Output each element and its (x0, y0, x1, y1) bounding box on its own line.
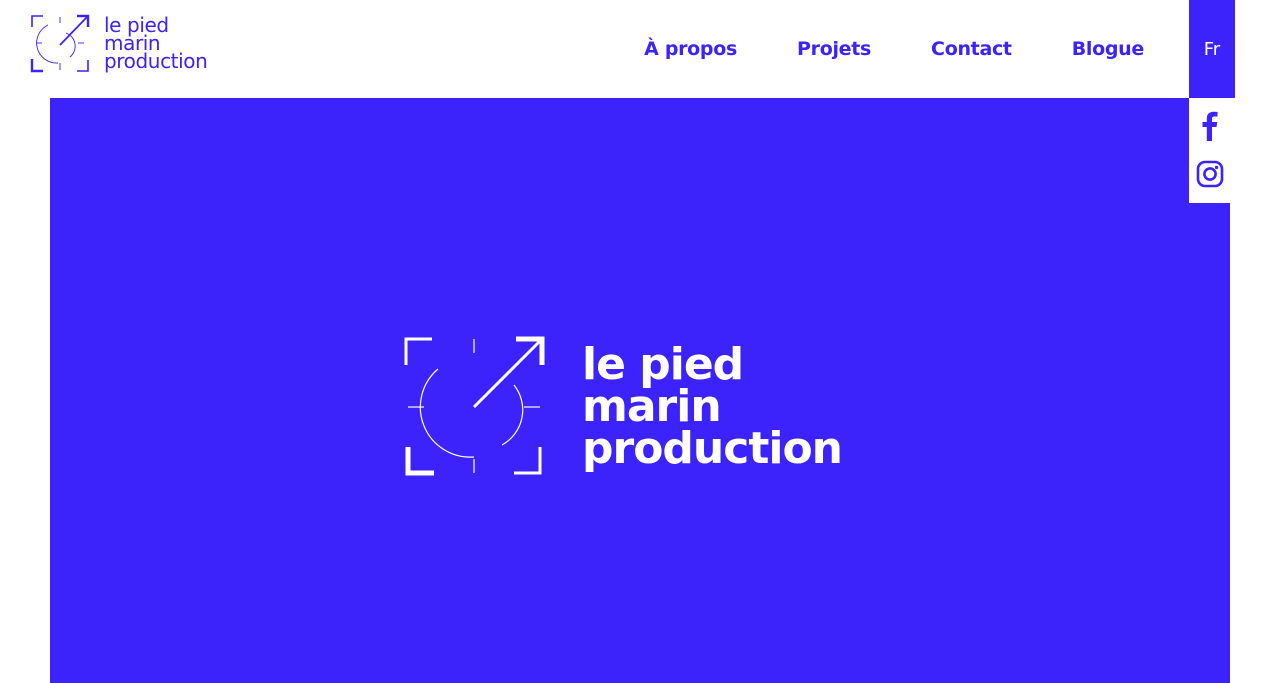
nav-item-contact[interactable]: Contact (931, 0, 1012, 98)
page: le pied marin production À propos Projet… (0, 0, 1283, 683)
logo-line-3: production (104, 49, 208, 73)
nav-item-blogue[interactable]: Blogue (1072, 0, 1145, 98)
hero-logo-line-3: production (582, 423, 843, 474)
site-logo[interactable]: le pied marin production (30, 13, 230, 73)
instagram-icon[interactable] (1195, 158, 1225, 192)
hero-banner: le pied marin production (50, 98, 1230, 683)
hero-wordmark: le pied marin production (582, 339, 843, 474)
hero-logo: le pied marin production (402, 332, 882, 482)
facebook-icon[interactable] (1195, 108, 1225, 142)
nav-item-a-propos[interactable]: À propos (644, 0, 737, 98)
hero-logo-line-2: marin (582, 381, 722, 432)
nav-item-projets[interactable]: Projets (797, 0, 871, 98)
logo-mark-icon (30, 14, 90, 73)
social-links (1189, 98, 1230, 203)
hero-logo-line-1: le pied (582, 339, 744, 390)
hero-logo-mark-icon (404, 336, 545, 475)
main-nav: À propos Projets Contact Blogue (644, 0, 1144, 98)
logo-wordmark: le pied marin production (104, 15, 208, 73)
language-toggle[interactable]: Fr (1189, 0, 1235, 98)
